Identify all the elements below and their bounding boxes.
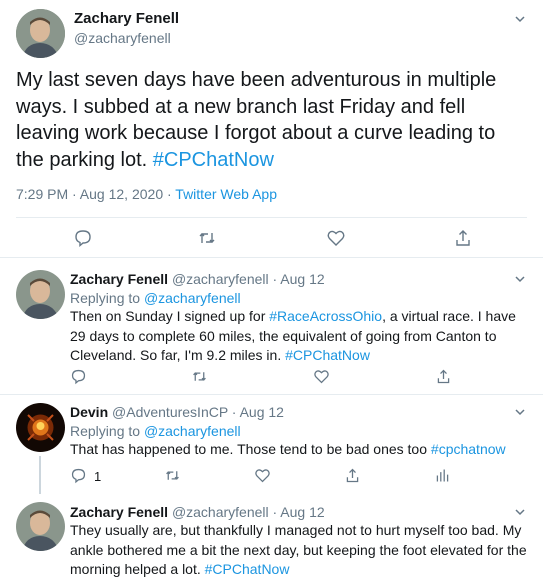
- reply-count: 1: [94, 469, 102, 484]
- retweet-icon[interactable]: [197, 228, 217, 248]
- divider: [0, 394, 543, 395]
- share-icon[interactable]: [453, 228, 473, 248]
- hashtag-link[interactable]: #CPChatNow: [153, 149, 274, 171]
- replying-to: Replying to @zacharyfenell: [70, 289, 241, 308]
- reply-icon[interactable]: [70, 467, 87, 484]
- reply-text: Then on Sunday I signed up for #RaceAcro…: [70, 307, 528, 366]
- reply-date[interactable]: · Aug 12: [228, 404, 284, 420]
- reply-text-part: That has happened to me. Those tend to b…: [70, 441, 431, 457]
- hashtag-link[interactable]: #cpchatnow: [431, 441, 506, 457]
- like-icon[interactable]: [326, 228, 346, 248]
- reply-text: They usually are, but thankfully I manag…: [70, 521, 532, 580]
- reply-text-part: Then on Sunday I signed up for: [70, 308, 270, 324]
- tweet-text: My last seven days have been adventurous…: [16, 67, 526, 173]
- chevron-down-icon[interactable]: [513, 505, 527, 519]
- like-icon[interactable]: [254, 467, 271, 484]
- chevron-down-icon[interactable]: [513, 12, 527, 26]
- hashtag-link[interactable]: #CPChatNow: [205, 561, 290, 577]
- reply-icon[interactable]: [70, 368, 87, 385]
- avatar[interactable]: [16, 403, 65, 452]
- chevron-down-icon[interactable]: [513, 405, 527, 419]
- timestamp[interactable]: 7:29 PM · Aug 12, 2020 ·: [16, 186, 175, 202]
- author-handle[interactable]: @zacharyfenell: [74, 30, 171, 46]
- reply-icon[interactable]: [73, 228, 93, 248]
- chevron-down-icon[interactable]: [513, 272, 527, 286]
- avatar[interactable]: [16, 270, 65, 319]
- share-icon[interactable]: [344, 467, 361, 484]
- reply-text: That has happened to me. Those tend to b…: [70, 440, 528, 460]
- like-icon[interactable]: [313, 368, 330, 385]
- reply-date[interactable]: · Aug 12: [269, 504, 325, 520]
- author-name[interactable]: Zachary Fenell: [70, 271, 168, 287]
- divider: [0, 257, 543, 258]
- author-handle[interactable]: @zacharyfenell: [172, 504, 269, 520]
- reply-header: Devin @AdventuresInCP · Aug 12: [70, 403, 284, 422]
- reply-date[interactable]: · Aug 12: [269, 271, 325, 287]
- avatar[interactable]: [16, 502, 65, 551]
- author-handle[interactable]: @AdventuresInCP: [112, 404, 228, 420]
- source-link[interactable]: Twitter Web App: [175, 186, 277, 202]
- retweet-icon[interactable]: [191, 368, 208, 385]
- analytics-icon[interactable]: [434, 467, 451, 484]
- share-icon[interactable]: [435, 368, 452, 385]
- hashtag-link[interactable]: #RaceAcrossOhio: [269, 308, 382, 324]
- avatar[interactable]: [16, 9, 65, 58]
- mention-link[interactable]: @zacharyfenell: [144, 290, 241, 306]
- reply-header: Zachary Fenell @zacharyfenell · Aug 12: [70, 503, 325, 522]
- author-name[interactable]: Zachary Fenell: [70, 504, 168, 520]
- reply-text-part: They usually are, but thankfully I manag…: [70, 522, 527, 577]
- replying-to: Replying to @zacharyfenell: [70, 422, 241, 441]
- replying-prefix: Replying to: [70, 290, 144, 306]
- thread-line: [39, 456, 41, 494]
- author-name[interactable]: Zachary Fenell: [74, 10, 179, 27]
- replying-prefix: Replying to: [70, 423, 144, 439]
- retweet-icon[interactable]: [164, 467, 181, 484]
- author-handle[interactable]: @zacharyfenell: [172, 271, 269, 287]
- author-name[interactable]: Devin: [70, 404, 108, 420]
- tweet-meta: 7:29 PM · Aug 12, 2020 · Twitter Web App: [16, 186, 277, 202]
- divider: [16, 217, 527, 218]
- reply-header: Zachary Fenell @zacharyfenell · Aug 12: [70, 270, 325, 289]
- hashtag-link[interactable]: #CPChatNow: [285, 347, 370, 363]
- mention-link[interactable]: @zacharyfenell: [144, 423, 241, 439]
